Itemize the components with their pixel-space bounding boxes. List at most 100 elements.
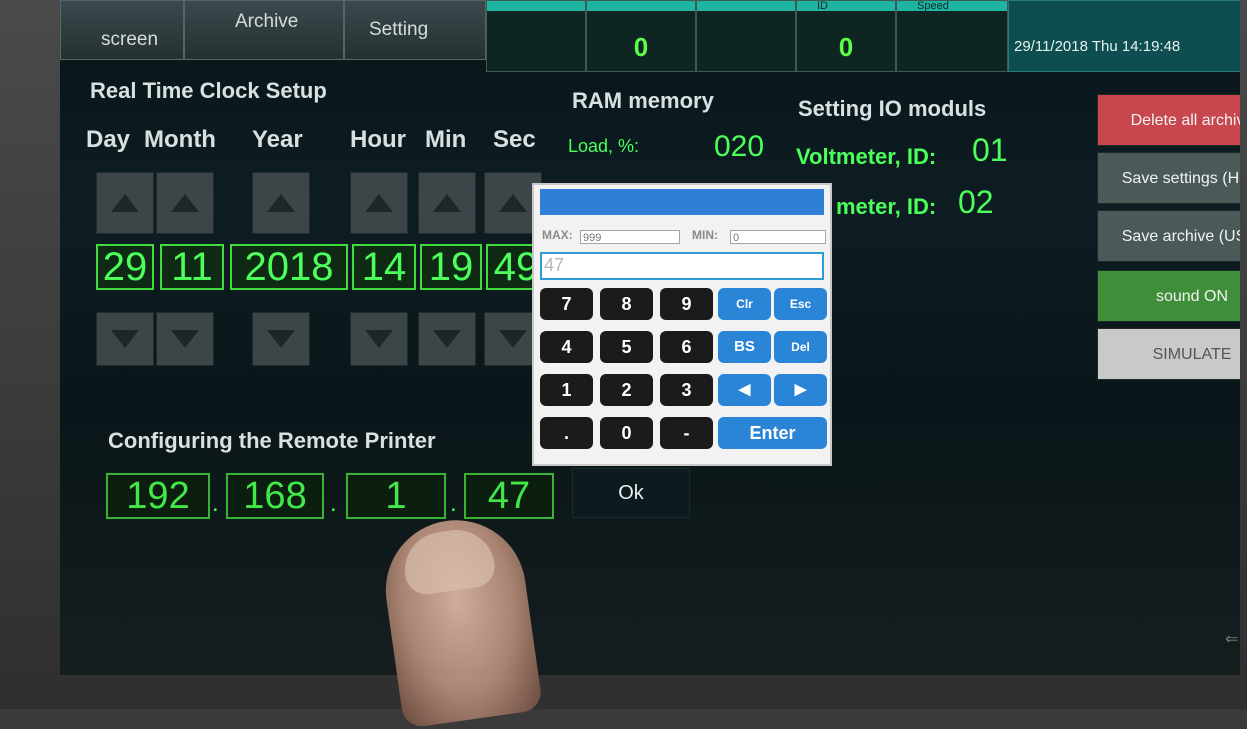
key-4[interactable]: 4 <box>540 331 593 363</box>
key-dot[interactable]: . <box>540 417 593 449</box>
ok-button[interactable]: Ok <box>572 468 690 518</box>
rtc-col-sec: Sec <box>493 126 536 153</box>
nav-screen-button[interactable]: screen <box>60 0 184 60</box>
year-value[interactable]: 2018 <box>230 244 348 290</box>
simulate-button[interactable]: SIMULATE <box>1097 328 1240 380</box>
nav-archive-label: Archive <box>235 11 299 32</box>
header-strip: ID <box>797 0 895 12</box>
day-value[interactable]: 29 <box>96 244 154 290</box>
rtc-col-min: Min <box>425 126 467 153</box>
min-up-button[interactable] <box>418 172 476 234</box>
voltmeter2-id[interactable]: 02 <box>958 184 994 221</box>
hour-up-button[interactable] <box>350 172 408 234</box>
ip-octet-3[interactable]: 1 <box>346 473 446 519</box>
header-strip <box>487 1 585 11</box>
header-value-2: 0 <box>838 32 854 62</box>
nav-archive-button[interactable]: Archive <box>184 0 344 60</box>
month-value[interactable]: 11 <box>160 244 224 290</box>
min-value: 0 <box>730 230 826 244</box>
sound-toggle-button[interactable]: sound ON <box>1097 270 1240 322</box>
month-up-button[interactable] <box>156 172 214 234</box>
arrow-down-icon <box>433 330 461 348</box>
key-8[interactable]: 8 <box>600 288 653 320</box>
day-up-button[interactable] <box>96 172 154 234</box>
min-down-button[interactable] <box>418 312 476 366</box>
header-strip <box>697 1 795 11</box>
hour-value[interactable]: 14 <box>352 244 416 290</box>
header-cell-2 <box>696 0 796 72</box>
simulate-label: SIMULATE <box>1152 346 1232 363</box>
ip-dot: . <box>450 490 457 517</box>
key-escape[interactable]: Esc <box>774 288 827 320</box>
id-label: ID <box>817 0 828 12</box>
voltmeter2-label: meter, ID: <box>836 194 937 219</box>
arrow-down-icon <box>111 330 139 348</box>
key-2[interactable]: 2 <box>600 374 653 406</box>
voltmeter1-label: Voltmeter, ID: <box>796 144 937 169</box>
key-clear[interactable]: Clr <box>718 288 771 320</box>
date-time-text: 29/11/2018 Thu 14:19:48 <box>1014 38 1181 55</box>
key-3[interactable]: 3 <box>660 374 713 406</box>
day-down-button[interactable] <box>96 312 154 366</box>
month-down-button[interactable] <box>156 312 214 366</box>
key-backspace[interactable]: BS <box>718 331 771 363</box>
arrow-up-icon <box>433 194 461 212</box>
header-strip <box>587 1 695 11</box>
header-cell-blank <box>486 0 586 72</box>
date-time-display: 29/11/2018 Thu 14:19:48 <box>1008 0 1240 72</box>
fingernail <box>399 525 498 597</box>
rtc-col-year: Year <box>252 126 303 153</box>
key-6[interactable]: 6 <box>660 331 713 363</box>
ip-octet-4[interactable]: 47 <box>464 473 554 519</box>
key-right-arrow-icon[interactable]: ▶ <box>774 374 827 406</box>
save-settings-label: Save settings (HMI) <box>1121 170 1240 187</box>
ram-load-value: 020 <box>714 130 765 163</box>
io-title: Setting IO moduls <box>798 96 987 121</box>
numeric-keypad-dialog: MAX: 999 MIN: 0 47 7 8 9 Clr Esc 4 5 6 B… <box>532 183 832 466</box>
key-1[interactable]: 1 <box>540 374 593 406</box>
header-value-1: 0 <box>633 32 649 62</box>
year-up-button[interactable] <box>252 172 310 234</box>
arrow-up-icon <box>267 194 295 212</box>
header-cell-1: 0 <box>586 0 696 72</box>
save-settings-button[interactable]: Save settings (HMI) <box>1097 152 1240 204</box>
key-5[interactable]: 5 <box>600 331 653 363</box>
save-archive-button[interactable]: Save archive (USB) <box>1097 210 1240 262</box>
ip-octet-1[interactable]: 192 <box>106 473 210 519</box>
keypad-title-bar <box>540 189 824 215</box>
ip-dot: . <box>212 490 219 517</box>
rtc-col-month: Month <box>144 126 216 153</box>
ip-octet-2[interactable]: 168 <box>226 473 324 519</box>
nav-setting-label: Setting <box>369 19 429 40</box>
header-cell-speed: Speed <box>896 0 1008 72</box>
sound-label: sound ON <box>1155 288 1229 305</box>
printer-title: Configuring the Remote Printer <box>108 428 436 453</box>
min-label: MIN: <box>692 228 718 242</box>
min-value[interactable]: 19 <box>420 244 482 290</box>
arrow-down-icon <box>267 330 295 348</box>
arrow-up-icon <box>171 194 199 212</box>
max-label: MAX: <box>542 228 573 242</box>
delete-archive-label: Delete all archive <box>1130 112 1240 129</box>
keypad-entry-field[interactable]: 47 <box>540 252 824 280</box>
year-down-button[interactable] <box>252 312 310 366</box>
ram-load-label: Load, %: <box>568 136 640 156</box>
key-7[interactable]: 7 <box>540 288 593 320</box>
hour-down-button[interactable] <box>350 312 408 366</box>
key-enter[interactable]: Enter <box>718 417 827 449</box>
nav-setting-button[interactable]: Setting <box>344 0 486 60</box>
voltmeter1-id[interactable]: 01 <box>972 132 1008 169</box>
key-left-arrow-icon[interactable]: ◀ <box>718 374 771 406</box>
key-minus[interactable]: - <box>660 417 713 449</box>
key-9[interactable]: 9 <box>660 288 713 320</box>
delete-archive-button[interactable]: Delete all archive <box>1097 94 1240 146</box>
arrow-down-icon <box>171 330 199 348</box>
key-0[interactable]: 0 <box>600 417 653 449</box>
arrow-down-icon <box>365 330 393 348</box>
back-arrow-icon[interactable]: ⇐ <box>1225 629 1240 648</box>
key-delete[interactable]: Del <box>774 331 827 363</box>
arrow-up-icon <box>111 194 139 212</box>
nav-screen-label: screen <box>101 29 159 50</box>
ram-title: RAM memory <box>572 88 714 113</box>
header-strip: Speed <box>897 1 1007 12</box>
